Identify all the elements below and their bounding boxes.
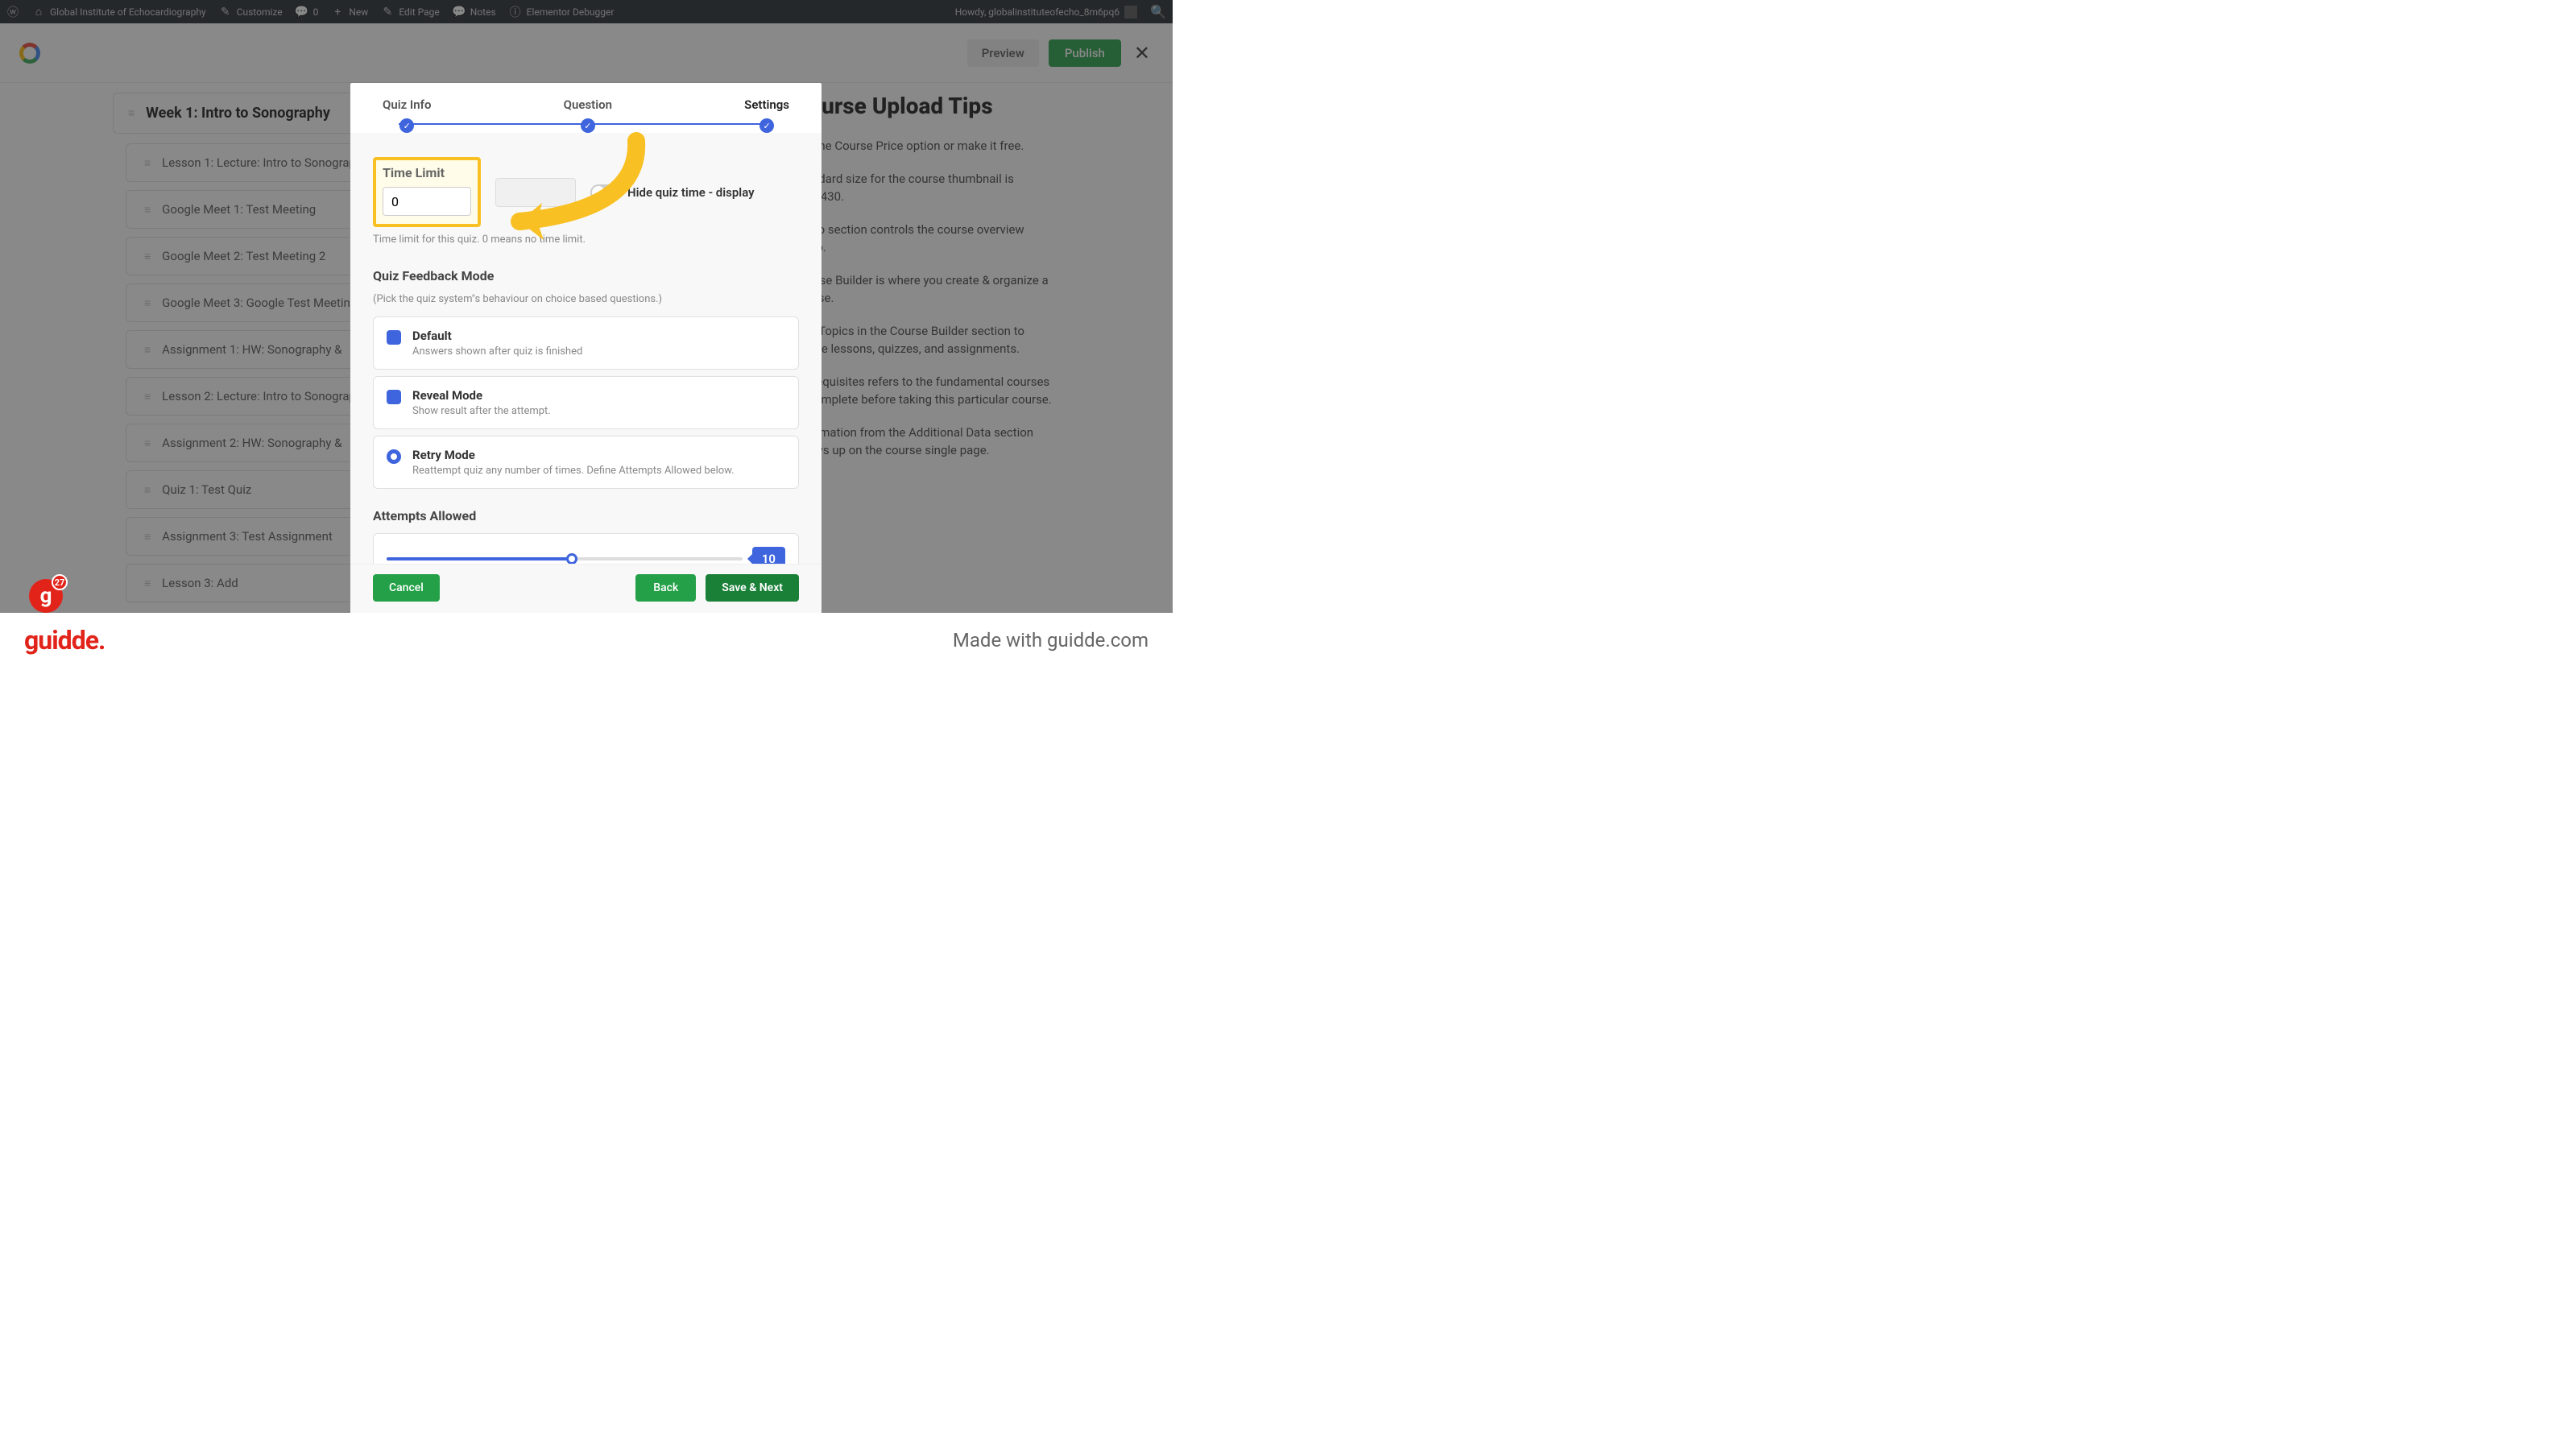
save-next-button[interactable]: Save & Next <box>706 574 799 602</box>
modal-footer: Cancel Back Save & Next <box>350 564 822 613</box>
time-limit-input[interactable] <box>383 187 471 216</box>
attempts-value: 10 <box>752 547 785 564</box>
check-icon: ✓ <box>399 118 414 133</box>
attempts-slider[interactable] <box>387 557 743 560</box>
radio-icon <box>387 390 401 404</box>
step-settings[interactable]: Settings ✓ <box>744 97 789 133</box>
radio-selected-icon <box>387 449 401 464</box>
step-question[interactable]: Question ✓ <box>564 97 612 133</box>
feedback-option-reveal[interactable]: Reveal Mode Show result after the attemp… <box>373 376 799 429</box>
step-quiz-info[interactable]: Quiz Info ✓ <box>383 97 431 133</box>
time-unit-select[interactable] <box>495 178 576 207</box>
time-limit-help: Time limit for this quiz. 0 means no tim… <box>373 234 799 246</box>
guidde-badge[interactable]: g 27 <box>29 576 66 613</box>
hide-quiz-time-toggle[interactable] <box>590 184 619 201</box>
time-limit-label: Time Limit <box>383 165 471 180</box>
feedback-mode-title: Quiz Feedback Mode <box>373 268 799 283</box>
guidde-made-text: Made with guidde.com <box>953 629 1148 651</box>
quiz-settings-modal: Quiz Info ✓ Question ✓ Settings ✓ Time L… <box>350 83 822 613</box>
time-limit-highlight: Time Limit <box>373 157 481 227</box>
attempts-label: Attempts Allowed <box>373 508 799 523</box>
guidde-logo: guidde. <box>24 625 105 656</box>
stepper: Quiz Info ✓ Question ✓ Settings ✓ <box>350 83 822 133</box>
radio-icon <box>387 330 401 345</box>
cancel-button[interactable]: Cancel <box>373 574 440 602</box>
guidde-footer: guidde. Made with guidde.com <box>0 613 1173 667</box>
guidde-count-badge: 27 <box>52 574 68 590</box>
check-icon: ✓ <box>581 118 595 133</box>
back-button[interactable]: Back <box>635 574 696 602</box>
feedback-option-retry[interactable]: Retry Mode Reattempt quiz any number of … <box>373 436 799 489</box>
feedback-mode-help: (Pick the quiz system"s behaviour on cho… <box>373 293 799 305</box>
check-icon: ✓ <box>759 118 774 133</box>
attempts-slider-container: 10 <box>373 533 799 564</box>
feedback-option-default[interactable]: Default Answers shown after quiz is fini… <box>373 316 799 370</box>
slider-thumb[interactable] <box>566 553 577 564</box>
hide-time-label: Hide quiz time - display <box>627 185 755 200</box>
